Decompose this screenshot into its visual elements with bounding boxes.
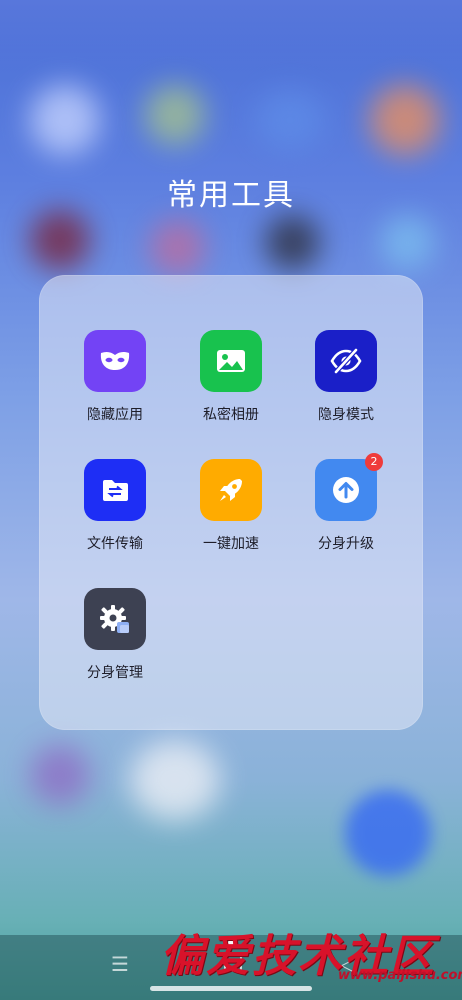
blurred-app-icon	[130, 740, 220, 820]
app-one-key-boost[interactable]: 一键加速	[181, 459, 281, 553]
blurred-app-icon	[370, 85, 440, 155]
folder-title[interactable]: 常用工具	[0, 170, 462, 214]
watermark-url: www.paijishu.com	[338, 968, 462, 983]
app-icon-tile: 2	[315, 453, 383, 521]
app-icon-tile	[84, 588, 146, 650]
app-clone-upgrade[interactable]: 2 分身升级	[296, 453, 396, 553]
home-screen: 常用工具 隐藏应用 私密相册 隐身模式 文件传输 一键加速 2 分身升级 分身管…	[0, 0, 462, 1000]
blurred-app-icon	[145, 85, 205, 145]
app-label: 分身管理	[87, 665, 143, 681]
app-label: 隐藏应用	[87, 407, 143, 423]
folder-transfer-icon	[103, 480, 128, 501]
app-icon-tile	[84, 459, 146, 521]
app-icon-tile	[200, 459, 262, 521]
app-icon-tile	[84, 330, 146, 392]
app-private-album[interactable]: 私密相册	[181, 330, 281, 424]
app-label: 一键加速	[203, 536, 259, 552]
status-bar-blur	[0, 0, 462, 70]
app-hidden-apps[interactable]: 隐藏应用	[65, 330, 165, 424]
notification-badge: 2	[365, 453, 383, 471]
blurred-app-icon	[265, 215, 320, 270]
watermark: 偏爱技术社区 www.paijishu.com	[160, 920, 462, 990]
app-icon-tile	[200, 330, 262, 392]
blurred-app-icon	[30, 85, 100, 155]
arrow-up-circle-icon	[333, 477, 359, 503]
app-icon-tile	[315, 330, 377, 392]
app-label: 文件传输	[87, 536, 143, 552]
menu-button[interactable]: ☰	[105, 952, 135, 976]
blurred-app-icon	[345, 790, 431, 876]
image-icon	[217, 350, 245, 372]
blurred-app-icon	[380, 215, 435, 270]
app-label: 分身升级	[318, 536, 374, 552]
blurred-app-icon	[30, 210, 90, 270]
mask-icon	[100, 351, 130, 370]
app-label: 隐身模式	[318, 407, 374, 423]
blurred-app-icon	[150, 220, 205, 275]
app-label: 私密相册	[203, 407, 259, 423]
rocket-icon	[220, 479, 242, 501]
eye-off-icon	[330, 348, 362, 374]
blurred-app-icon	[255, 90, 325, 150]
blurred-app-icon	[30, 745, 90, 805]
app-clone-manager[interactable]: 分身管理	[65, 588, 165, 682]
app-incognito-mode[interactable]: 隐身模式	[296, 330, 396, 424]
gear-icon	[100, 605, 129, 633]
app-file-transfer[interactable]: 文件传输	[65, 459, 165, 553]
